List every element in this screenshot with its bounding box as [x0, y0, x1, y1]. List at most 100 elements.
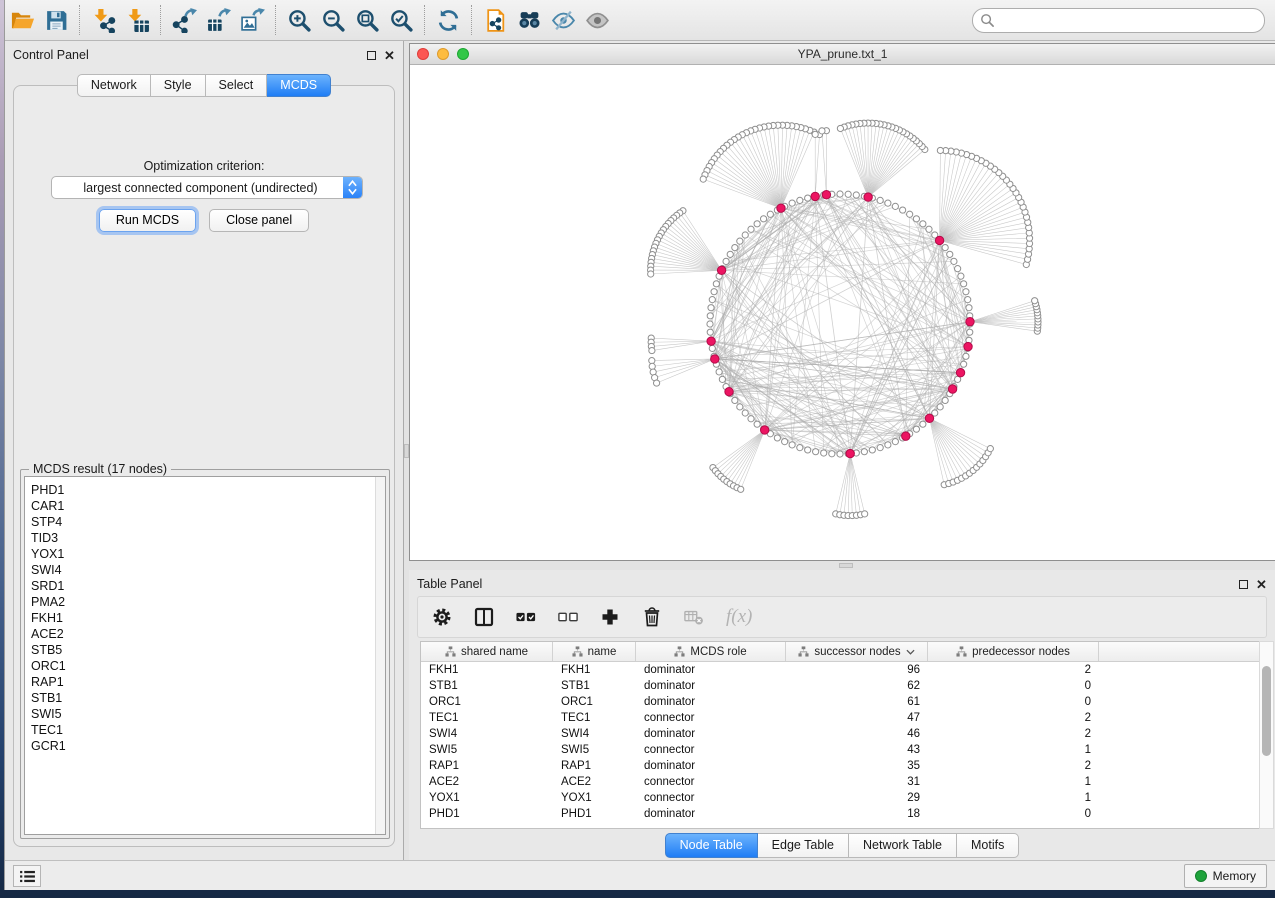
find-icon[interactable]	[512, 5, 546, 35]
tab-network[interactable]: Network	[77, 74, 151, 97]
mcds-result-item[interactable]: SWI4	[31, 562, 66, 578]
mcds-result-item[interactable]: TID3	[31, 530, 66, 546]
close-panel-button[interactable]: Close panel	[209, 209, 309, 232]
function-builder-icon[interactable]: f(x)	[726, 606, 752, 628]
zoom-in-icon[interactable]	[282, 5, 316, 35]
refresh-layout-icon[interactable]	[431, 5, 465, 35]
cell: connector	[636, 776, 786, 788]
table-row[interactable]: ORC1ORC1dominator610	[421, 694, 1265, 710]
network-window-title: YPA_prune.txt_1	[410, 47, 1275, 61]
tab-style[interactable]: Style	[151, 74, 206, 97]
cell: 0	[928, 680, 1099, 692]
export-table-icon[interactable]	[201, 5, 235, 35]
cell: TEC1	[553, 712, 636, 724]
zoom-out-icon[interactable]	[316, 5, 350, 35]
mcds-result-list[interactable]: PHD1CAR1STP4TID3YOX1SWI4SRD1PMA2FKH1ACE2…	[24, 476, 386, 835]
cell: connector	[636, 792, 786, 804]
add-column-icon[interactable]	[600, 607, 620, 627]
criterion-dropdown[interactable]: largest connected component (undirected)	[51, 176, 363, 199]
close-table-panel-icon[interactable]: ✕	[1256, 579, 1267, 590]
export-network-icon[interactable]	[167, 5, 201, 35]
mcds-result-item[interactable]: GCR1	[31, 738, 66, 754]
delete-column-icon[interactable]	[642, 607, 662, 627]
table-row[interactable]: STB1STB1dominator620	[421, 678, 1265, 694]
table-scrollbar-thumb[interactable]	[1262, 666, 1271, 756]
mcds-result-item[interactable]: CAR1	[31, 498, 66, 514]
mcds-result-item[interactable]: TEC1	[31, 722, 66, 738]
new-network-from-selection-icon[interactable]	[478, 5, 512, 35]
tab-select[interactable]: Select	[206, 74, 268, 97]
cell: RAP1	[421, 760, 553, 772]
tab-motifs[interactable]: Motifs	[957, 833, 1019, 858]
mcds-result-item[interactable]: SRD1	[31, 578, 66, 594]
node-table[interactable]: shared namenameMCDS rolesuccessor nodesp…	[420, 641, 1266, 829]
search-input[interactable]	[972, 8, 1265, 33]
import-network-icon[interactable]	[86, 5, 120, 35]
float-table-panel-icon[interactable]	[1238, 579, 1249, 590]
settings-gear-icon[interactable]	[432, 607, 452, 627]
column-header-shared-name[interactable]: shared name	[421, 642, 553, 661]
column-header-MCDS-role[interactable]: MCDS role	[636, 642, 786, 661]
open-file-icon[interactable]	[5, 5, 39, 35]
column-header-successor-nodes[interactable]: successor nodes	[786, 642, 928, 661]
table-panel: Table Panel ✕ f(x)	[409, 570, 1275, 860]
mcds-result-item[interactable]: YOX1	[31, 546, 66, 562]
table-row[interactable]: SWI5SWI5connector431	[421, 742, 1265, 758]
save-session-icon[interactable]	[39, 5, 73, 35]
table-row[interactable]: PHD1PHD1dominator180	[421, 806, 1265, 822]
mcds-result-item[interactable]: FKH1	[31, 610, 66, 626]
column-header-name[interactable]: name	[553, 642, 636, 661]
table-row[interactable]: ACE2ACE2connector311	[421, 774, 1265, 790]
mcds-result-item[interactable]: RAP1	[31, 674, 66, 690]
select-all-icon[interactable]	[516, 607, 536, 627]
toolbar-separator	[471, 5, 472, 35]
memory-button[interactable]: Memory	[1184, 864, 1267, 888]
hide-selected-icon[interactable]	[546, 5, 580, 35]
tab-mcds[interactable]: MCDS	[267, 74, 331, 97]
tab-network-table[interactable]: Network Table	[849, 833, 957, 858]
deselect-all-icon[interactable]	[558, 607, 578, 627]
table-row[interactable]: SWI4SWI4dominator462	[421, 726, 1265, 742]
mcds-result-item[interactable]: STP4	[31, 514, 66, 530]
table-row[interactable]: YOX1YOX1connector291	[421, 790, 1265, 806]
zoom-fit-icon[interactable]	[350, 5, 384, 35]
mcds-list-scrollbar[interactable]	[375, 477, 385, 834]
mcds-result-item[interactable]: ORC1	[31, 658, 66, 674]
table-scrollbar[interactable]	[1259, 641, 1274, 829]
zoom-selected-icon[interactable]	[384, 5, 418, 35]
mcds-result-item[interactable]: STB5	[31, 642, 66, 658]
horizontal-splitter-handle[interactable]	[839, 563, 853, 568]
table-row[interactable]: FKH1FKH1dominator962	[421, 662, 1265, 678]
cell: 96	[786, 664, 928, 676]
cell: ACE2	[421, 776, 553, 788]
mcds-result-item[interactable]: ACE2	[31, 626, 66, 642]
network-view[interactable]	[410, 65, 1275, 560]
toolbar-separator	[79, 5, 80, 35]
mcds-result-item[interactable]: SWI5	[31, 706, 66, 722]
cell: 62	[786, 680, 928, 692]
close-panel-icon[interactable]: ✕	[384, 50, 395, 61]
run-mcds-button[interactable]: Run MCDS	[99, 209, 196, 232]
float-panel-icon[interactable]	[366, 50, 377, 61]
column-header-predecessor-nodes[interactable]: predecessor nodes	[928, 642, 1099, 661]
mcds-result-item[interactable]: PHD1	[31, 482, 66, 498]
table-row[interactable]: RAP1RAP1dominator352	[421, 758, 1265, 774]
cell: dominator	[636, 760, 786, 772]
cell: 2	[928, 712, 1099, 724]
delete-table-icon[interactable]	[684, 607, 704, 627]
mcds-result-item[interactable]: PMA2	[31, 594, 66, 610]
mcds-result-item[interactable]: STB1	[31, 690, 66, 706]
table-panel-header: Table Panel ✕	[409, 570, 1275, 598]
tab-node-table[interactable]: Node Table	[665, 833, 758, 858]
task-history-button[interactable]	[13, 865, 41, 887]
column-layout-icon[interactable]	[474, 607, 494, 627]
tab-edge-table[interactable]: Edge Table	[758, 833, 849, 858]
control-panel: Control Panel ✕ NetworkStyleSelectMCDS O…	[5, 41, 403, 860]
cell: 61	[786, 696, 928, 708]
import-table-icon[interactable]	[120, 5, 154, 35]
export-image-icon[interactable]	[235, 5, 269, 35]
table-row[interactable]: TEC1TEC1connector472	[421, 710, 1265, 726]
horizontal-splitter[interactable]	[409, 561, 1275, 570]
network-window-titlebar[interactable]: YPA_prune.txt_1	[410, 44, 1275, 65]
show-all-icon[interactable]	[580, 5, 614, 35]
